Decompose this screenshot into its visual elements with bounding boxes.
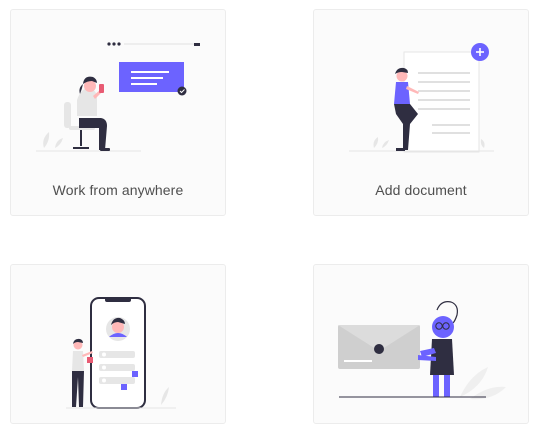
- envelope-illustration: [338, 301, 506, 400]
- card-label: Work from anywhere: [52, 182, 184, 198]
- feature-card-work-from-anywhere[interactable]: Work from anywhere: [10, 9, 226, 216]
- card-label: Add document: [375, 182, 467, 198]
- add-document-illustration: [349, 43, 494, 153]
- feature-card-phone-profile[interactable]: [10, 264, 226, 424]
- work-from-anywhere-illustration: [36, 42, 200, 152]
- feature-card-add-document[interactable]: Add document: [313, 9, 529, 216]
- feature-card-envelope[interactable]: [313, 264, 529, 424]
- phone-profile-illustration: [66, 297, 176, 409]
